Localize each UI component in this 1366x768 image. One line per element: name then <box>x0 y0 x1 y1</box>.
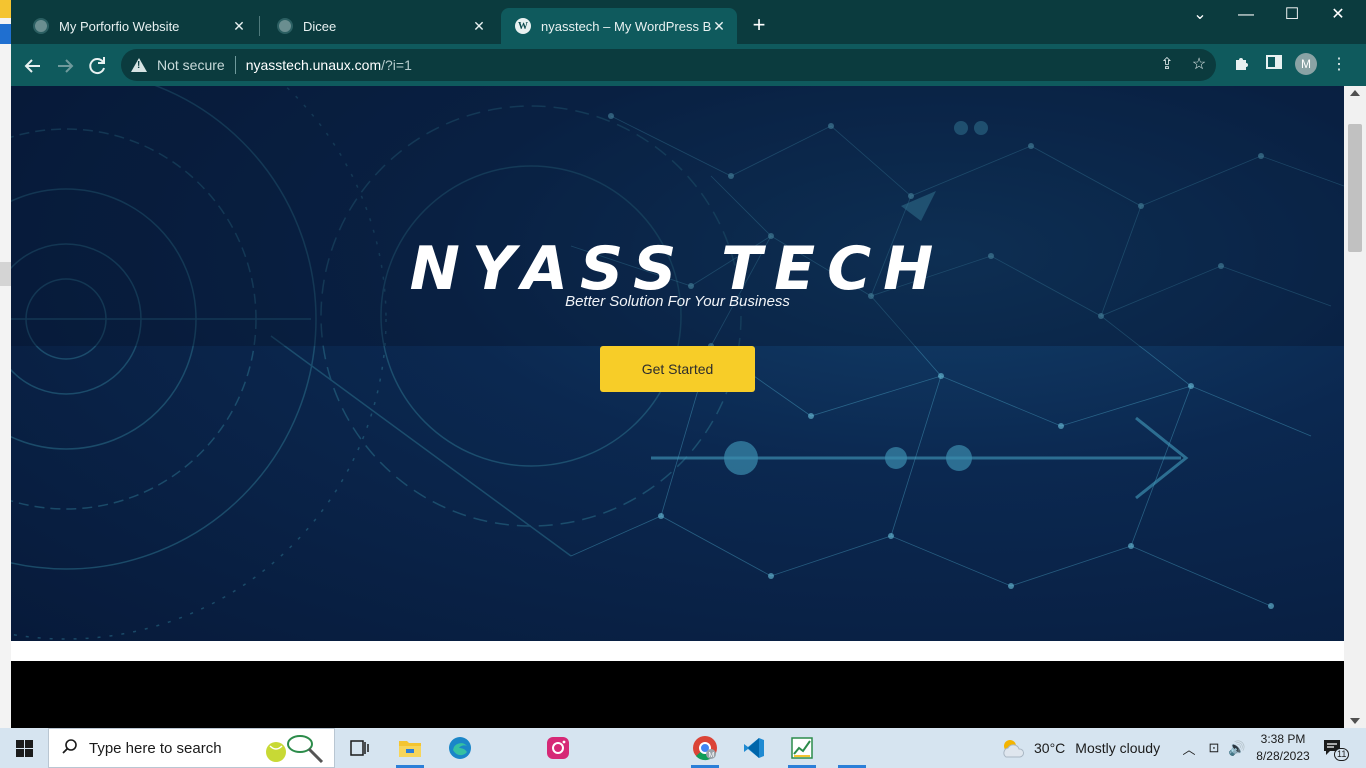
notification-center-button[interactable]: 11 <box>1322 728 1350 768</box>
scroll-down-icon[interactable] <box>1350 718 1360 724</box>
task-manager-button[interactable] <box>782 732 822 768</box>
side-panel-icon[interactable] <box>1263 54 1285 76</box>
url-host: nyasstech.unaux.com <box>245 57 382 73</box>
search-icon <box>61 738 81 758</box>
weather-condition: Mostly cloudy <box>1075 740 1161 756</box>
profile-avatar[interactable]: M <box>1295 53 1317 75</box>
chevron-up-icon[interactable]: ︿ <box>1180 739 1198 758</box>
globe-icon <box>277 18 293 34</box>
start-button[interactable] <box>0 728 48 768</box>
back-button[interactable] <box>19 52 47 80</box>
instagram-button[interactable] <box>538 732 578 764</box>
chart-app-icon <box>791 737 813 759</box>
taskbar-search-box[interactable]: Type here to search <box>48 728 335 768</box>
back-arrow-icon <box>24 59 40 73</box>
weather-widget[interactable]: 30°C Mostly cloudy <box>1000 728 1160 768</box>
hero-subtitle: Better Solution For Your Business <box>565 293 790 310</box>
task-view-button[interactable] <box>340 732 380 764</box>
security-label: Not secure <box>157 57 225 73</box>
globe-icon <box>33 18 49 34</box>
tab-dicee[interactable]: Dicee ✕ <box>263 8 497 44</box>
screen: My Porforfio Website ✕ Dicee ✕ W nyasste… <box>0 0 1366 768</box>
puzzle-icon <box>1236 58 1248 70</box>
tab-title: Dicee <box>303 18 337 34</box>
tab-portfolio[interactable]: My Porforfio Website ✕ <box>19 8 257 44</box>
hero-section: NYASS TECH Better Solution For Your Busi… <box>11 86 1344 641</box>
instagram-icon <box>547 737 569 759</box>
reload-icon <box>89 57 105 75</box>
extensions-icon[interactable] <box>1231 54 1253 76</box>
taskbar-app-slot[interactable] <box>832 732 872 768</box>
bookmark-star-icon[interactable]: ☆ <box>1189 55 1209 75</box>
browser-toolbar: Not secure nyasstech.unaux.com /?i=1 ⇪ ☆… <box>11 44 1366 86</box>
minimize-button[interactable]: — <box>1223 4 1269 28</box>
weather-temperature: 30°C <box>1034 740 1066 756</box>
page-viewport: NYASS TECH Better Solution For Your Busi… <box>11 86 1344 728</box>
close-tab-icon[interactable]: ✕ <box>471 18 487 35</box>
page-scrollbar[interactable] <box>1344 86 1366 728</box>
clock-time: 3:38 PM <box>1260 732 1306 746</box>
desktop-folder-icon <box>0 0 11 18</box>
tab-separator <box>259 16 260 36</box>
notification-count: 11 <box>1334 748 1350 761</box>
forward-button[interactable] <box>51 52 79 80</box>
clock[interactable]: 3:38 PM 8/28/2023 <box>1253 731 1313 765</box>
warning-icon <box>131 58 147 72</box>
desktop-background <box>0 0 11 728</box>
more-menu-icon[interactable]: ⋮ <box>1328 54 1350 76</box>
svg-text:M: M <box>709 752 715 759</box>
tab-search-button[interactable]: ⌄ <box>1177 4 1223 28</box>
taskbar: Type here to search M 30°C Mostly cloudy… <box>0 728 1366 768</box>
close-window-button[interactable]: ✕ <box>1315 4 1361 28</box>
tab-title: nyasstech – My WordPress Blog <box>541 18 711 34</box>
close-tab-icon[interactable]: ✕ <box>711 18 727 35</box>
edge-button[interactable] <box>440 732 480 764</box>
desktop-window-edge <box>0 24 11 44</box>
desktop-window-edge <box>0 262 11 286</box>
clock-date: 8/28/2023 <box>1256 749 1310 763</box>
chrome-icon: M <box>693 736 717 761</box>
task-view-icon <box>350 740 369 756</box>
maximize-button[interactable]: ☐ <box>1269 4 1315 28</box>
windows-logo-icon <box>15 739 33 757</box>
chrome-button[interactable]: M <box>685 732 725 768</box>
side-panel-glyph <box>1266 55 1282 69</box>
get-started-button[interactable]: Get Started <box>600 346 755 392</box>
url-path: /?i=1 <box>381 57 412 73</box>
tab-title: My Porforfio Website <box>59 18 180 34</box>
browser-window: My Porforfio Website ✕ Dicee ✕ W nyasste… <box>11 0 1366 728</box>
search-highlight-icon <box>260 732 326 768</box>
address-bar[interactable]: Not secure nyasstech.unaux.com /?i=1 ⇪ ☆ <box>121 49 1216 81</box>
tray-icons: ︿ ⊡ 🔊 <box>1180 728 1246 768</box>
volume-icon[interactable]: 🔊 <box>1228 740 1246 757</box>
tab-strip: My Porforfio Website ✕ Dicee ✕ W nyasste… <box>11 0 1366 44</box>
file-explorer-button[interactable] <box>390 732 430 768</box>
scrollbar-thumb[interactable] <box>1348 124 1362 252</box>
network-icon[interactable]: ⊡ <box>1206 740 1222 756</box>
forward-arrow-icon <box>58 59 74 73</box>
wordpress-icon: W <box>515 18 531 34</box>
edge-icon <box>449 737 471 759</box>
vscode-icon <box>744 738 764 758</box>
tab-nyasstech[interactable]: W nyasstech – My WordPress Blog ✕ <box>501 8 737 44</box>
scroll-up-icon[interactable] <box>1350 90 1360 96</box>
section-divider <box>11 641 1344 661</box>
search-placeholder: Type here to search <box>89 739 222 757</box>
new-tab-button[interactable]: + <box>747 14 771 38</box>
next-section <box>11 661 1344 728</box>
close-tab-icon[interactable]: ✕ <box>231 18 247 35</box>
vscode-button[interactable] <box>734 732 774 764</box>
share-icon[interactable]: ⇪ <box>1157 55 1177 75</box>
address-separator <box>234 56 236 74</box>
cloudy-weather-icon <box>1003 740 1024 758</box>
folder-icon <box>399 741 421 757</box>
reload-button[interactable] <box>83 52 111 80</box>
